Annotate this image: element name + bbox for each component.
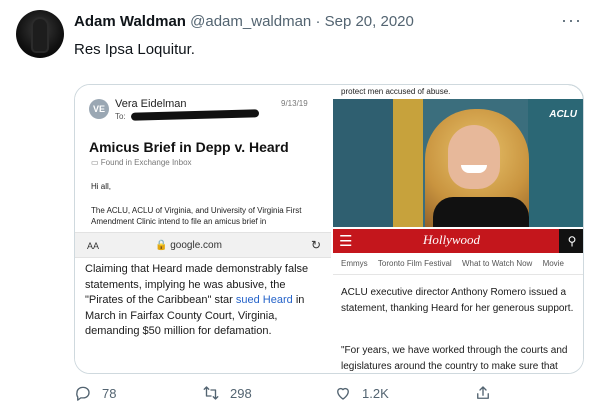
retweet-button[interactable]: 298 [202,382,252,404]
photo-amber-heard[interactable]: protect men accused of abuse. ACLU [333,85,583,227]
header-separator: · [315,13,321,30]
sender-avatar: VE [89,99,109,119]
reply-icon [76,386,90,401]
author-name[interactable]: Adam Waldman [74,13,186,30]
site-logo: Hollywood [423,232,481,247]
nav-item: What to Watch Now [461,259,533,268]
email-greeting: Hi all, [91,182,112,191]
hollywood-reporter-screenshot[interactable]: ☰ Hollywood ⚲ Emmys Toronto Film Festiva… [333,229,583,373]
email-subject: Amicus Brief in Depp v. Heard [89,139,289,155]
photo-dress [433,197,529,227]
retweet-icon [203,386,219,400]
avatar-figure [33,19,47,51]
nav-item: Toronto Film Festival [377,259,452,268]
aclu-badge: ACLU [549,109,577,120]
like-count: 1.2K [362,385,389,401]
share-icon [477,386,489,399]
text-size-button: AA [87,241,100,251]
redaction-scribble [130,109,260,121]
browser-url-bar: AA 🔒 google.com ↻ [75,232,331,258]
refresh-icon: ↻ [311,238,322,252]
email-folder: ▭ Found in Exchange Inbox [91,158,192,167]
hamburger-menu-icon: ☰ [339,233,353,250]
retweet-count: 298 [230,385,252,401]
nav-item: Emmys [341,259,368,268]
email-sender: Vera Eidelman [115,98,187,110]
email-screenshot[interactable]: VE Vera Eidelman To: 9/13/19 Amicus Brie… [75,85,331,373]
email-folder-text: Found in Exchange Inbox [100,158,192,167]
lock-icon: 🔒 [155,240,171,251]
site-nav: Emmys Toronto Film Festival What to Watc… [333,257,583,275]
photo-smile [461,165,487,173]
article-paragraph: ACLU executive director Anthony Romero i… [341,287,574,314]
tweet-header: Adam Waldman @adam_waldman · Sep 20, 202… [74,13,584,33]
folder-icon: ▭ [91,158,101,167]
heart-icon [337,387,349,400]
share-button[interactable] [474,382,492,404]
article-text: Claiming that Heard made demonstrably fa… [85,262,325,340]
article-paragraph: "For years, we have worked through the c… [341,345,568,372]
email-to-label: To: [115,112,126,121]
photo-background [393,99,423,227]
photo-caption: protect men accused of abuse. [333,85,583,99]
more-options-icon[interactable]: ··· [561,10,582,31]
author-avatar[interactable] [16,10,64,58]
browser-url-text: google.com [170,240,222,251]
email-body: The ACLU, ACLU of Virginia, and Universi… [91,206,302,226]
browser-url: 🔒 google.com [155,240,222,251]
search-icon: ⚲ [559,229,583,253]
like-button[interactable]: 1.2K [334,382,389,404]
reply-count: 78 [102,385,117,401]
photo-background [333,99,393,227]
email-date: 9/13/19 [281,99,308,108]
tweet-date[interactable]: Sep 20, 2020 [325,13,414,30]
tweet-actions: 78 298 1.2K [74,382,584,404]
photo-face [448,125,500,189]
article-link: sued Heard [235,294,293,306]
nav-item: Movie [542,259,564,268]
reply-button[interactable]: 78 [74,382,116,404]
tweet-text: Res Ipsa Loquitur. [74,41,195,58]
tweet: Adam Waldman @adam_waldman · Sep 20, 202… [0,0,600,414]
tweet-media[interactable]: VE Vera Eidelman To: 9/13/19 Amicus Brie… [74,84,584,374]
site-header: ☰ Hollywood ⚲ [333,229,583,253]
author-handle[interactable]: @adam_waldman [190,13,311,30]
